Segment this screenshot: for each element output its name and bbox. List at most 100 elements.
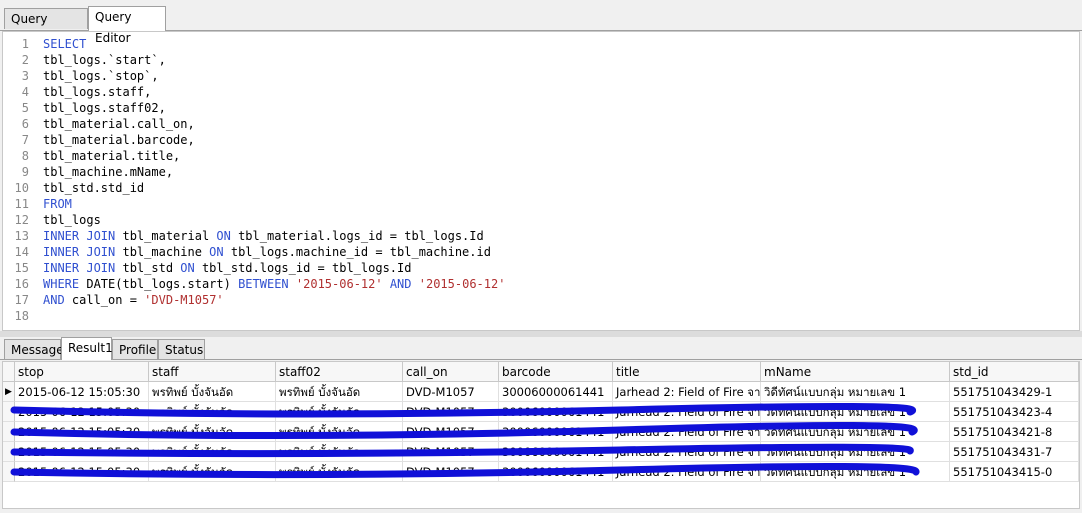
code-text: tbl_logs.`stop`,: [43, 68, 159, 84]
table-cell[interactable]: วิดีทัศน์แบบกลุ่ม หมายเลข 1: [761, 422, 950, 442]
sql-token: tbl_logs: [43, 213, 101, 227]
tab-query-editor[interactable]: Query Editor: [88, 6, 166, 45]
line-number: 9: [21, 165, 29, 179]
table-cell[interactable]: 551751043415-0: [950, 462, 1079, 482]
tab-message[interactable]: Message: [4, 339, 64, 359]
column-header-staff[interactable]: staff: [149, 362, 276, 382]
table-cell[interactable]: DVD-M1057: [403, 422, 499, 442]
column-header-mName[interactable]: mName: [761, 362, 950, 382]
table-cell[interactable]: 30006000061441: [499, 422, 613, 442]
table-cell[interactable]: พรทิพย์ บั้งจันอัด: [149, 442, 276, 462]
table-cell[interactable]: วิดีทัศน์แบบกลุ่ม หมายเลข 1: [761, 442, 950, 462]
row-selector[interactable]: [3, 442, 15, 462]
line-number: 11: [14, 197, 29, 211]
table-cell[interactable]: 551751043423-4: [950, 402, 1079, 422]
sql-token: tbl_std.logs_id = tbl_logs.Id: [194, 261, 412, 275]
table-cell[interactable]: Jarhead 2: Field of Fire จาร์เฮด 2: [613, 462, 761, 482]
table-cell[interactable]: Jarhead 2: Field of Fire จาร์เฮด 2: [613, 402, 761, 422]
table-cell[interactable]: พรทิพย์ บั้งจันอัด: [276, 402, 403, 422]
column-header-staff02[interactable]: staff02: [276, 362, 403, 382]
row-selector[interactable]: [3, 422, 15, 442]
column-header-title[interactable]: title: [613, 362, 761, 382]
column-header-barcode[interactable]: barcode: [499, 362, 613, 382]
column-header-stop[interactable]: stop: [15, 362, 149, 382]
table-cell[interactable]: พรทิพย์ บั้งจันอัด: [149, 462, 276, 482]
table-cell[interactable]: 30006000061441: [499, 382, 613, 402]
table-cell[interactable]: พรทิพย์ บั้งจันอัด: [149, 422, 276, 442]
table-cell[interactable]: DVD-M1057: [403, 402, 499, 422]
table-cell[interactable]: พรทิพย์ บั้งจันอัด: [149, 382, 276, 402]
table-cell[interactable]: DVD-M1057: [403, 462, 499, 482]
row-selector[interactable]: ▶: [3, 382, 15, 402]
table-cell[interactable]: 2015-06-12 15:05:30: [15, 382, 149, 402]
sql-string: 'DVD-M1057': [144, 293, 224, 307]
table-cell[interactable]: พรทิพย์ บั้งจันอัด: [276, 442, 403, 462]
table-cell[interactable]: พรทิพย์ บั้งจันอัด: [276, 462, 403, 482]
sql-token: tbl_std.std_id: [43, 181, 145, 195]
table-cell[interactable]: 551751043431-7: [950, 442, 1079, 462]
line-number: 3: [21, 69, 29, 83]
sql-token: tbl_logs.`stop`,: [43, 69, 159, 83]
code-line: 10 tbl_std.std_id: [3, 180, 1079, 196]
table-cell[interactable]: Jarhead 2: Field of Fire จาร์เฮด 2: [613, 442, 761, 462]
column-header-call-on[interactable]: call_on: [403, 362, 499, 382]
tab-query-builder[interactable]: Query Builder: [4, 8, 88, 47]
code-line: 13 INNER JOIN tbl_material ON tbl_materia…: [3, 228, 1079, 244]
line-number: 6: [21, 117, 29, 131]
table-cell[interactable]: 551751043421-8: [950, 422, 1079, 442]
line-number: 4: [21, 85, 29, 99]
sql-editor[interactable]: 1 SELECT 2 tbl_logs.`start`, 3 tbl_logs.`stop…: [2, 31, 1080, 331]
table-cell[interactable]: 2015-06-12 15:05:30: [15, 422, 149, 442]
tab-result1[interactable]: Result1: [61, 337, 113, 360]
table-cell[interactable]: DVD-M1057: [403, 442, 499, 462]
result-grid[interactable]: stop staff staff02 call_on barcode title mName…: [2, 361, 1080, 509]
sql-token: DATE(tbl_logs.start): [79, 277, 239, 291]
sql-keyword: FROM: [43, 197, 72, 211]
sql-token: tbl_logs.staff02,: [43, 101, 166, 115]
table-cell[interactable]: Jarhead 2: Field of Fire จาร์เฮด 2: [613, 422, 761, 442]
table-cell[interactable]: 30006000061441: [499, 442, 613, 462]
row-selector[interactable]: [3, 462, 15, 482]
sql-keyword: WHERE: [43, 277, 80, 291]
code-line: 7 tbl_material.barcode,: [3, 132, 1079, 148]
table-cell[interactable]: วิดีทัศน์แบบกลุ่ม หมายเลข 1: [761, 462, 950, 482]
code-line: 8 tbl_material.title,: [3, 148, 1079, 164]
sql-token: tbl_logs.staff,: [43, 85, 152, 99]
line-number: 8: [21, 149, 29, 163]
row-selector[interactable]: [3, 402, 15, 422]
table-cell[interactable]: 30006000061441: [499, 402, 613, 422]
code-text: SELECT: [43, 36, 86, 52]
sql-keyword: ON: [180, 261, 195, 275]
table-cell[interactable]: 2015-06-12 15:05:30: [15, 442, 149, 462]
code-line: 12 tbl_logs: [3, 212, 1079, 228]
table-cell[interactable]: DVD-M1057: [403, 382, 499, 402]
sql-keyword: INNER JOIN: [43, 261, 116, 275]
table-cell[interactable]: พรทิพย์ บั้งจันอัด: [276, 422, 403, 442]
grid-corner: [3, 362, 15, 382]
sql-token: call_on =: [64, 293, 145, 307]
column-header-std-id[interactable]: std_id: [950, 362, 1079, 382]
table-cell[interactable]: Jarhead 2: Field of Fire จาร์เฮด 2: [613, 382, 761, 402]
table-cell[interactable]: 30006000061441: [499, 462, 613, 482]
tab-status[interactable]: Status: [158, 339, 205, 359]
sql-token: tbl_std: [115, 261, 181, 275]
line-number: 2: [21, 53, 29, 67]
code-text: tbl_material.barcode,: [43, 132, 195, 148]
table-cell[interactable]: วิดีทัศน์แบบกลุ่ม หมายเลข 1: [761, 382, 950, 402]
code-text: tbl_logs.staff,: [43, 84, 151, 100]
table-cell[interactable]: 2015-06-12 15:05:30: [15, 462, 149, 482]
table-cell[interactable]: 551751043429-1: [950, 382, 1079, 402]
sql-token: tbl_logs.`start`,: [43, 53, 166, 67]
table-cell[interactable]: พรทิพย์ บั้งจันอัด: [276, 382, 403, 402]
editor-tab-bar: Query Builder Query Editor: [0, 6, 1082, 47]
table-cell[interactable]: วิดีทัศน์แบบกลุ่ม หมายเลข 1: [761, 402, 950, 422]
table-cell[interactable]: 2015-06-12 15:05:30: [15, 402, 149, 422]
table-cell[interactable]: พรทิพย์ บั้งจันอัด: [149, 402, 276, 422]
tab-profile[interactable]: Profile: [112, 339, 158, 359]
code-line: 6 tbl_material.call_on,: [3, 116, 1079, 132]
sql-token: tbl_machine: [115, 245, 210, 259]
code-line: 4 tbl_logs.staff,: [3, 84, 1079, 100]
code-line: 15 INNER JOIN tbl_std ON tbl_std.logs_id …: [3, 260, 1079, 276]
line-number: 15: [14, 261, 29, 275]
